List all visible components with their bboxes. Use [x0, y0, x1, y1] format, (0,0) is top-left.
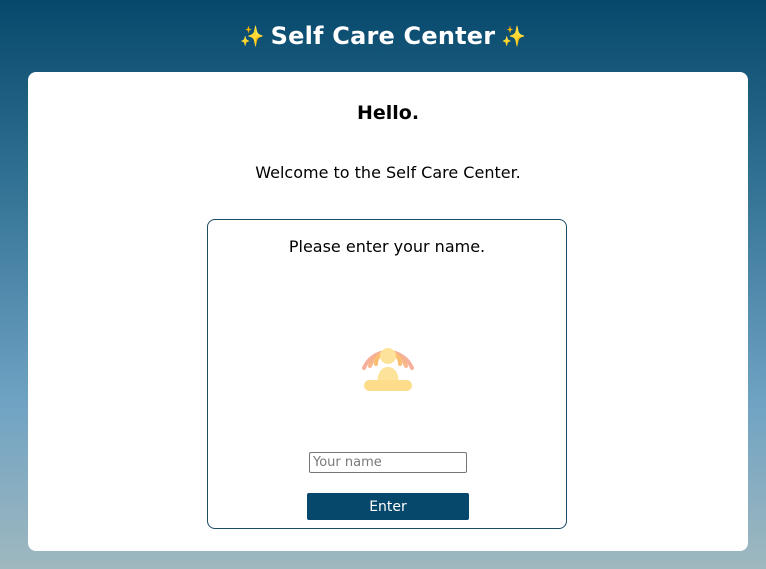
name-prompt: Please enter your name.: [288, 237, 486, 256]
welcome-text: Welcome to the Self Care Center.: [255, 163, 521, 182]
sparkle-left-icon: ✨: [239, 24, 265, 48]
name-input[interactable]: [309, 452, 467, 473]
sparkle-right-icon: ✨: [501, 24, 527, 48]
greeting-heading: Hello.: [356, 102, 420, 124]
enter-button[interactable]: Enter: [307, 493, 469, 520]
name-entry-panel: Please enter your name. Enter: [207, 219, 567, 529]
meditation-icon: [362, 348, 414, 391]
app-title: Self Care Center: [270, 22, 496, 50]
main-card: Hello. Welcome to the Self Care Center. …: [28, 72, 748, 551]
app-header: ✨ Self Care Center ✨: [0, 0, 766, 72]
